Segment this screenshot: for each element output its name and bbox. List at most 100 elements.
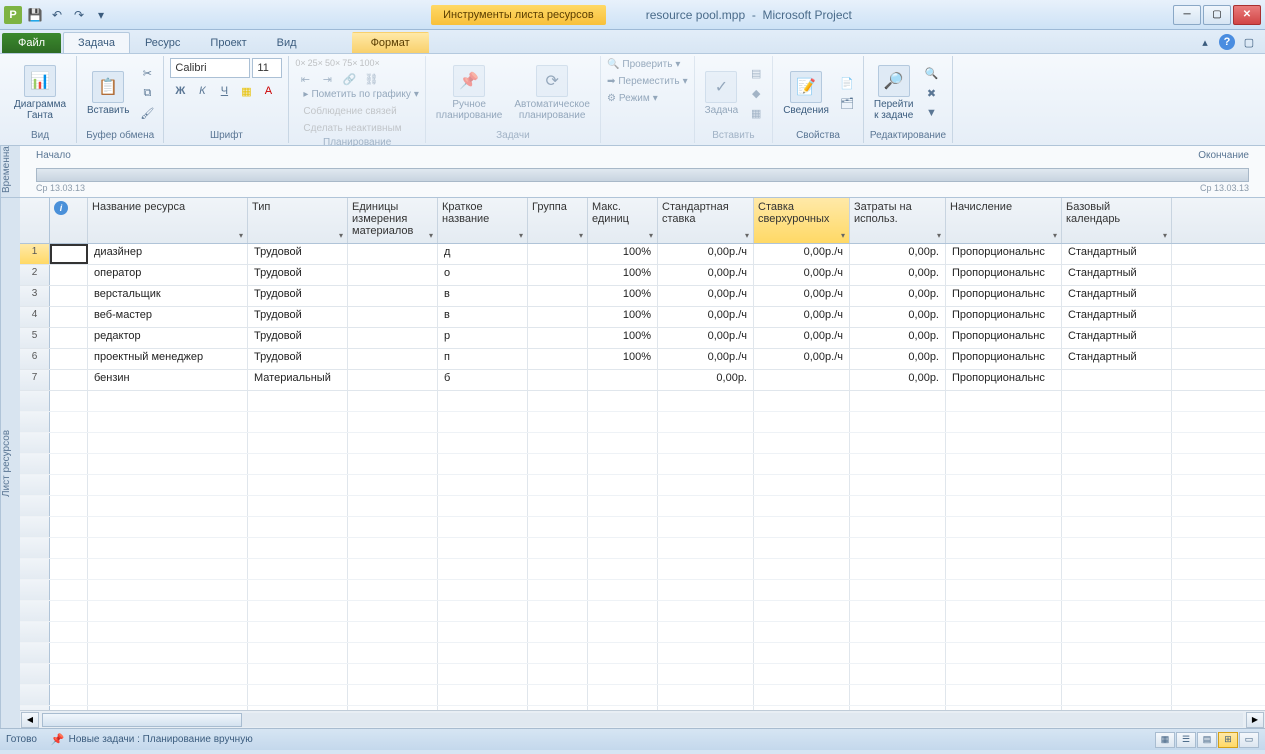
row-info-cell[interactable] — [50, 433, 88, 453]
empty-cell[interactable] — [348, 517, 438, 537]
empty-cell[interactable] — [348, 538, 438, 558]
move-menu[interactable]: ➡ Переместить ▾ — [607, 75, 688, 88]
empty-cell[interactable] — [588, 685, 658, 705]
empty-cell[interactable] — [88, 433, 248, 453]
view-form-icon[interactable]: ▭ — [1239, 732, 1259, 748]
notes-icon[interactable]: 📄 — [837, 74, 857, 92]
empty-cell[interactable] — [588, 496, 658, 516]
empty-cell[interactable] — [946, 433, 1062, 453]
empty-cell[interactable] — [248, 580, 348, 600]
table-row[interactable] — [20, 496, 1265, 517]
cut-icon[interactable]: ✂ — [137, 64, 157, 82]
view-sheet-icon[interactable]: ⊞ — [1218, 732, 1238, 748]
empty-cell[interactable] — [88, 559, 248, 579]
col-accrue[interactable]: Начисление▾ — [946, 198, 1062, 243]
empty-cell[interactable] — [248, 622, 348, 642]
row-info-cell[interactable] — [50, 391, 88, 411]
row-number[interactable] — [20, 622, 50, 642]
cell-ovt[interactable]: 0,00р./ч — [754, 349, 850, 369]
empty-cell[interactable] — [248, 538, 348, 558]
cell-material[interactable] — [348, 265, 438, 285]
cell-calendar[interactable] — [1062, 370, 1172, 390]
row-number[interactable]: 4 — [20, 307, 50, 327]
font-name-select[interactable] — [170, 58, 250, 78]
cell-calendar[interactable]: Стандартный — [1062, 286, 1172, 306]
empty-cell[interactable] — [850, 664, 946, 684]
scroll-thumb[interactable] — [42, 713, 242, 727]
empty-cell[interactable] — [588, 664, 658, 684]
empty-cell[interactable] — [658, 454, 754, 474]
cell-max[interactable]: 100% — [588, 265, 658, 285]
empty-cell[interactable] — [438, 412, 528, 432]
empty-cell[interactable] — [528, 475, 588, 495]
cell-short[interactable]: б — [438, 370, 528, 390]
table-row[interactable]: 6проектный менеджерТрудовойп100%0,00р./ч… — [20, 349, 1265, 370]
cell-accrue[interactable]: Пропорциональнс — [946, 349, 1062, 369]
row-info-cell[interactable] — [50, 286, 88, 306]
empty-cell[interactable] — [438, 643, 528, 663]
fill-icon[interactable]: ▼ — [922, 104, 942, 122]
table-row[interactable] — [20, 685, 1265, 706]
tab-project[interactable]: Проект — [195, 32, 261, 53]
row-number[interactable]: 3 — [20, 286, 50, 306]
empty-cell[interactable] — [658, 664, 754, 684]
timeline[interactable]: Начало Окончание Ср 13.03.13 Ср 13.03.13 — [20, 146, 1265, 197]
empty-cell[interactable] — [248, 685, 348, 705]
empty-cell[interactable] — [588, 391, 658, 411]
cell-std[interactable]: 0,00р./ч — [658, 244, 754, 264]
corner-cell[interactable] — [20, 198, 50, 243]
empty-cell[interactable] — [88, 685, 248, 705]
empty-cell[interactable] — [754, 622, 850, 642]
empty-cell[interactable] — [528, 559, 588, 579]
table-row[interactable] — [20, 664, 1265, 685]
empty-cell[interactable] — [588, 538, 658, 558]
col-short[interactable]: Краткое название▾ — [438, 198, 528, 243]
row-info-cell[interactable] — [50, 643, 88, 663]
deliverable-icon[interactable]: ▦ — [746, 104, 766, 122]
empty-cell[interactable] — [1062, 643, 1172, 663]
empty-cell[interactable] — [348, 643, 438, 663]
empty-cell[interactable] — [528, 496, 588, 516]
empty-cell[interactable] — [658, 601, 754, 621]
empty-cell[interactable] — [348, 664, 438, 684]
row-number[interactable] — [20, 412, 50, 432]
empty-cell[interactable] — [588, 643, 658, 663]
empty-cell[interactable] — [1062, 664, 1172, 684]
row-info-cell[interactable] — [50, 349, 88, 369]
empty-cell[interactable] — [658, 517, 754, 537]
empty-cell[interactable] — [528, 580, 588, 600]
cell-ovt[interactable]: 0,00р./ч — [754, 265, 850, 285]
cell-cost[interactable]: 0,00р. — [850, 265, 946, 285]
empty-cell[interactable] — [248, 559, 348, 579]
empty-cell[interactable] — [946, 685, 1062, 705]
ribbon-minimize-icon[interactable]: ▴ — [1197, 34, 1213, 50]
scroll-track[interactable] — [42, 713, 1243, 727]
cell-max[interactable]: 100% — [588, 328, 658, 348]
format-painter-icon[interactable]: 🖌 — [137, 104, 157, 122]
empty-cell[interactable] — [588, 412, 658, 432]
empty-cell[interactable] — [850, 580, 946, 600]
row-number[interactable] — [20, 454, 50, 474]
font-size-select[interactable] — [252, 58, 282, 78]
cell-calendar[interactable]: Стандартный — [1062, 328, 1172, 348]
col-material-label[interactable]: Единицы измерения материалов▾ — [348, 198, 438, 243]
empty-cell[interactable] — [248, 643, 348, 663]
empty-cell[interactable] — [850, 622, 946, 642]
empty-cell[interactable] — [658, 685, 754, 705]
cell-short[interactable]: д — [438, 244, 528, 264]
empty-cell[interactable] — [348, 622, 438, 642]
row-info-cell[interactable] — [50, 664, 88, 684]
empty-cell[interactable] — [850, 517, 946, 537]
table-row[interactable] — [20, 538, 1265, 559]
cell-type[interactable]: Трудовой — [248, 286, 348, 306]
col-calendar[interactable]: Базовый календарь▾ — [1062, 198, 1172, 243]
tab-resource[interactable]: Ресурс — [130, 32, 195, 53]
empty-cell[interactable] — [588, 475, 658, 495]
row-number[interactable] — [20, 517, 50, 537]
empty-cell[interactable] — [946, 643, 1062, 663]
row-info-cell[interactable] — [50, 370, 88, 390]
empty-cell[interactable] — [1062, 580, 1172, 600]
undo-icon[interactable]: ↶ — [48, 6, 66, 24]
empty-cell[interactable] — [588, 433, 658, 453]
fill-color-icon[interactable]: ▦ — [236, 82, 256, 100]
